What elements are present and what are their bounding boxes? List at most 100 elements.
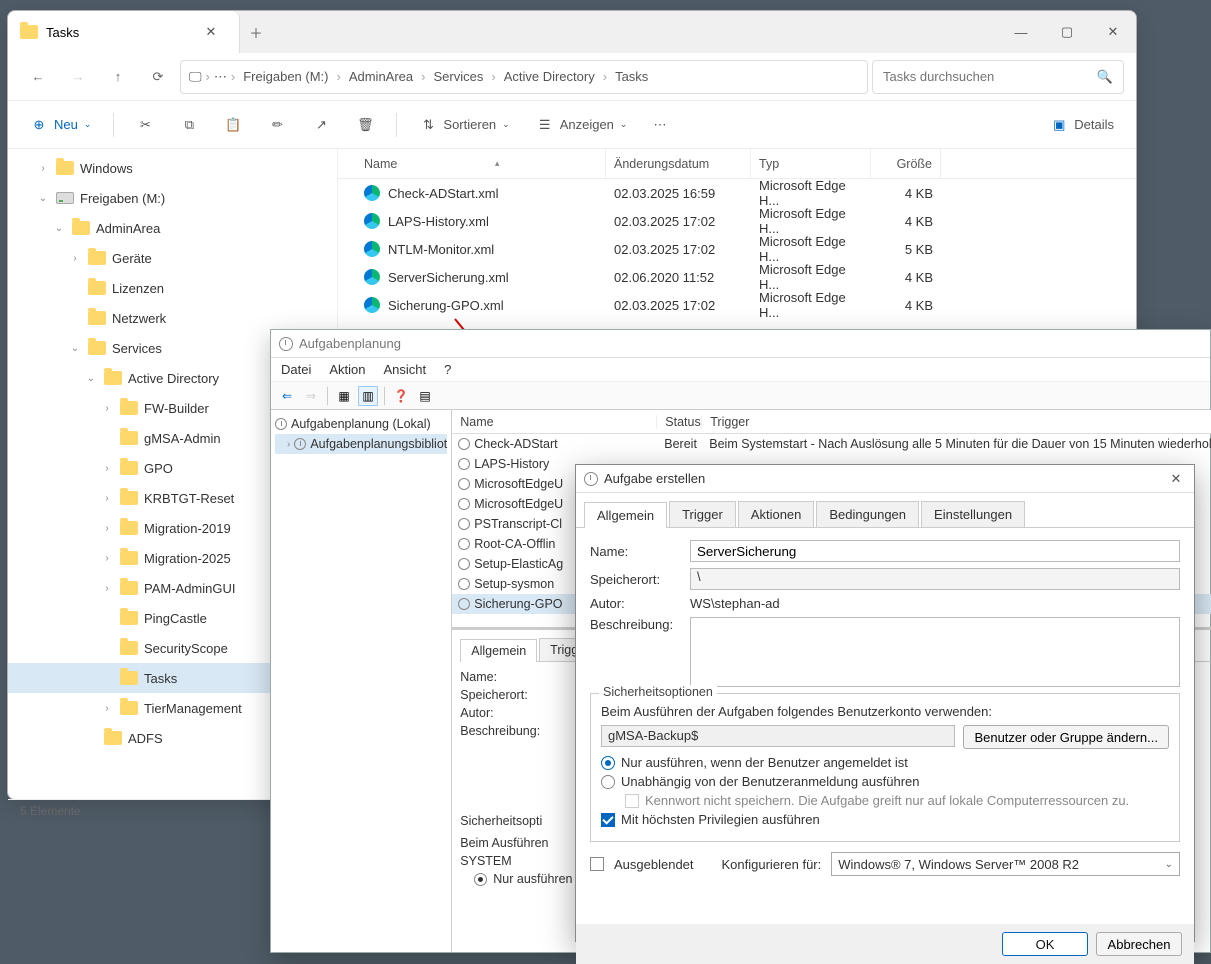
scheduler-menu[interactable]: Datei Aktion Ansicht ? — [271, 358, 1210, 382]
tree-item[interactable]: ⌄AdminArea — [8, 213, 337, 243]
tree-item[interactable]: Lizenzen — [8, 273, 337, 303]
close-button[interactable]: ✕ — [1090, 11, 1136, 53]
navbar: ← → ↑ ⟳ 🖵 › ⋯› Freigaben (M:)› AdminArea… — [8, 53, 1136, 101]
folder-icon — [20, 25, 38, 39]
file-row[interactable]: Check-ADStart.xml02.03.2025 16:59Microso… — [338, 179, 1136, 207]
back-button[interactable]: ← — [20, 61, 56, 93]
drive-icon — [56, 192, 74, 204]
tree-item[interactable]: ›Geräte — [8, 243, 337, 273]
folder-icon — [120, 581, 138, 595]
scheduler-toolbar[interactable]: ⇐ ⇒ ▦ ▥ ❓ ▤ — [271, 382, 1210, 410]
menu-help[interactable]: ? — [444, 362, 451, 377]
refresh-button[interactable]: ⟳ — [140, 61, 176, 93]
nav-fwd-icon[interactable]: ⇒ — [301, 386, 321, 406]
close-icon[interactable]: ✕ — [1166, 471, 1186, 487]
clipboard-icon: 📋 — [224, 116, 242, 134]
tree-item[interactable]: ⌄Freigaben (M:) — [8, 183, 337, 213]
breadcrumb[interactable]: 🖵 › ⋯› Freigaben (M:)› AdminArea› Servic… — [180, 60, 868, 94]
active-tab[interactable]: Tasks ✕ — [8, 11, 240, 53]
configure-for-select[interactable]: Windows® 7, Windows Server™ 2008 R2 ⌄ — [831, 852, 1180, 876]
clock-icon — [458, 538, 470, 550]
tool-icon[interactable]: ❓ — [391, 386, 411, 406]
column-headers[interactable]: Name▴ Änderungsdatum Typ Größe — [338, 149, 1136, 179]
view-button[interactable]: ☰ Anzeigen⌄ — [526, 108, 638, 142]
new-tab-button[interactable]: ＋ — [240, 11, 272, 53]
details-button[interactable]: ▣ Details — [1040, 108, 1124, 142]
trash-icon: 🗑 — [356, 116, 374, 134]
more-button[interactable]: ⋯ — [643, 108, 676, 142]
radio-icon[interactable] — [474, 873, 487, 886]
rename-icon: ✏ — [268, 116, 286, 134]
pc-icon: 🖵 — [189, 69, 202, 85]
sort-button[interactable]: ⇅ Sortieren⌄ — [409, 108, 519, 142]
tab-settings[interactable]: Einstellungen — [921, 501, 1025, 527]
tab-trigger[interactable]: Trigger — [669, 501, 736, 527]
tab-conditions[interactable]: Bedingungen — [816, 501, 919, 527]
chevron-down-icon: ⌄ — [84, 119, 92, 130]
task-author: WS\stephan-ad — [690, 596, 780, 611]
tree-root[interactable]: Aufgabenplanung (Lokal) — [275, 414, 447, 434]
search-icon: 🔍 — [1097, 69, 1113, 85]
tree-item[interactable]: ›Windows — [8, 153, 337, 183]
folder-icon — [120, 431, 138, 445]
edge-icon — [364, 269, 380, 285]
menu-action[interactable]: Aktion — [329, 362, 365, 377]
up-button[interactable]: ↑ — [100, 61, 136, 93]
forward-button[interactable]: → — [60, 61, 96, 93]
chevron-down-icon: ⌄ — [1165, 859, 1173, 870]
tab-actions[interactable]: Aktionen — [738, 501, 815, 527]
edge-icon — [364, 297, 380, 313]
task-name-input[interactable] — [690, 540, 1180, 562]
file-row[interactable]: NTLM-Monitor.xml02.03.2025 17:02Microsof… — [338, 235, 1136, 263]
scheduler-tree[interactable]: Aufgabenplanung (Lokal) › Aufgabenplanun… — [271, 410, 452, 952]
tool-icon[interactable]: ▥ — [358, 386, 378, 406]
new-button[interactable]: ⊕ Neu ⌄ — [20, 108, 101, 142]
search-box[interactable]: 🔍 — [872, 60, 1124, 94]
share-button[interactable]: ↗ — [302, 108, 340, 142]
cut-button[interactable]: ✂ — [126, 108, 164, 142]
task-row[interactable]: Check-ADStartBereitBeim Systemstart - Na… — [452, 434, 1211, 454]
folder-icon — [120, 701, 138, 715]
folder-icon — [88, 251, 106, 265]
clock-icon — [458, 578, 470, 590]
tool-icon[interactable]: ▦ — [334, 386, 354, 406]
delete-button[interactable]: 🗑 — [346, 108, 384, 142]
dialog-titlebar: Aufgabe erstellen ✕ — [576, 465, 1194, 493]
ok-button[interactable]: OK — [1002, 932, 1088, 956]
clock-icon — [458, 518, 470, 530]
radio-run-logged-in[interactable] — [601, 756, 615, 770]
tool-icon[interactable]: ▤ — [415, 386, 435, 406]
tree-library[interactable]: › Aufgabenplanungsbibliot — [275, 434, 447, 454]
close-tab-icon[interactable]: ✕ — [195, 24, 227, 40]
change-user-button[interactable]: Benutzer oder Gruppe ändern... — [963, 725, 1169, 749]
minimize-button[interactable]: — — [998, 11, 1044, 53]
folder-icon — [120, 611, 138, 625]
tab-general[interactable]: Allgemein — [584, 502, 667, 528]
share-icon: ↗ — [312, 116, 330, 134]
maximize-button[interactable]: ▢ — [1044, 11, 1090, 53]
file-row[interactable]: Sicherung-GPO.xml02.03.2025 17:02Microso… — [338, 291, 1136, 319]
nav-back-icon[interactable]: ⇐ — [277, 386, 297, 406]
security-options: Sicherheitsoptionen Beim Ausführen der A… — [590, 693, 1180, 842]
file-row[interactable]: ServerSicherung.xml02.06.2020 11:52Micro… — [338, 263, 1136, 291]
file-row[interactable]: LAPS-History.xml02.03.2025 17:02Microsof… — [338, 207, 1136, 235]
paste-button[interactable]: 📋 — [214, 108, 252, 142]
folder-icon — [104, 371, 122, 385]
scheduler-titlebar: Aufgabenplanung — [271, 330, 1210, 358]
dialog-tabs: Allgemein Trigger Aktionen Bedingungen E… — [576, 493, 1194, 528]
edge-icon — [364, 213, 380, 229]
menu-file[interactable]: Datei — [281, 362, 311, 377]
folder-icon — [120, 641, 138, 655]
folder-icon — [56, 161, 74, 175]
check-highest-priv[interactable] — [601, 813, 615, 827]
folder-icon — [88, 341, 106, 355]
check-hidden[interactable] — [590, 857, 604, 871]
radio-run-any[interactable] — [601, 775, 615, 789]
search-input[interactable] — [883, 69, 1089, 84]
task-description-input[interactable] — [690, 617, 1180, 687]
cancel-button[interactable]: Abbrechen — [1096, 932, 1182, 956]
copy-button[interactable]: ⧉ — [170, 108, 208, 142]
menu-view[interactable]: Ansicht — [384, 362, 427, 377]
detail-tab-general[interactable]: Allgemein — [460, 639, 537, 662]
rename-button[interactable]: ✏ — [258, 108, 296, 142]
